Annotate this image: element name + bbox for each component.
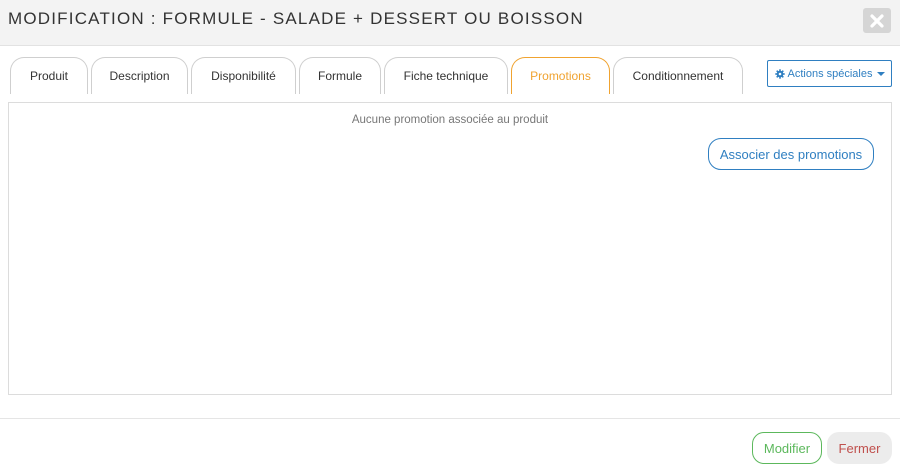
tab-disponibilite[interactable]: Disponibilité (191, 57, 296, 94)
modal-title: MODIFICATION : FORMULE - SALADE + DESSER… (8, 9, 584, 28)
close-x-icon (870, 14, 884, 28)
tab-description[interactable]: Description (91, 57, 188, 94)
empty-message: Aucune promotion associée au produit (351, 114, 549, 126)
tab-formule[interactable]: Formule (299, 57, 381, 94)
close-button[interactable] (863, 8, 891, 33)
caret-down-icon (876, 71, 885, 76)
promotions-panel: Aucune promotion associée au produit Ass… (8, 102, 892, 395)
modal-header: MODIFICATION : FORMULE - SALADE + DESSER… (0, 0, 900, 46)
tab-fiche-technique[interactable]: Fiche technique (384, 57, 508, 94)
tab-label: Disponibilité (211, 69, 276, 83)
footer-divider (0, 418, 900, 419)
tab-conditionnement[interactable]: Conditionnement (613, 57, 743, 94)
tab-promotions[interactable]: Promotions (511, 57, 610, 94)
close-footer-button[interactable]: Fermer (827, 432, 892, 464)
tab-label: Description (109, 69, 170, 83)
tab-label: Fiche technique (403, 69, 489, 83)
gear-icon (774, 68, 785, 79)
actions-label: Actions spéciales (787, 67, 873, 80)
tab-label: Conditionnement (632, 69, 724, 83)
modify-button[interactable]: Modifier (752, 432, 822, 464)
tab-label: Promotions (530, 69, 591, 83)
actions-speciales-dropdown[interactable]: Actions spéciales (767, 60, 892, 87)
tab-label: Produit (29, 69, 69, 83)
tab-produit[interactable]: Produit (10, 57, 88, 94)
tab-label: Formule (317, 69, 362, 83)
associate-promotions-button[interactable]: Associer des promotions (708, 138, 874, 170)
